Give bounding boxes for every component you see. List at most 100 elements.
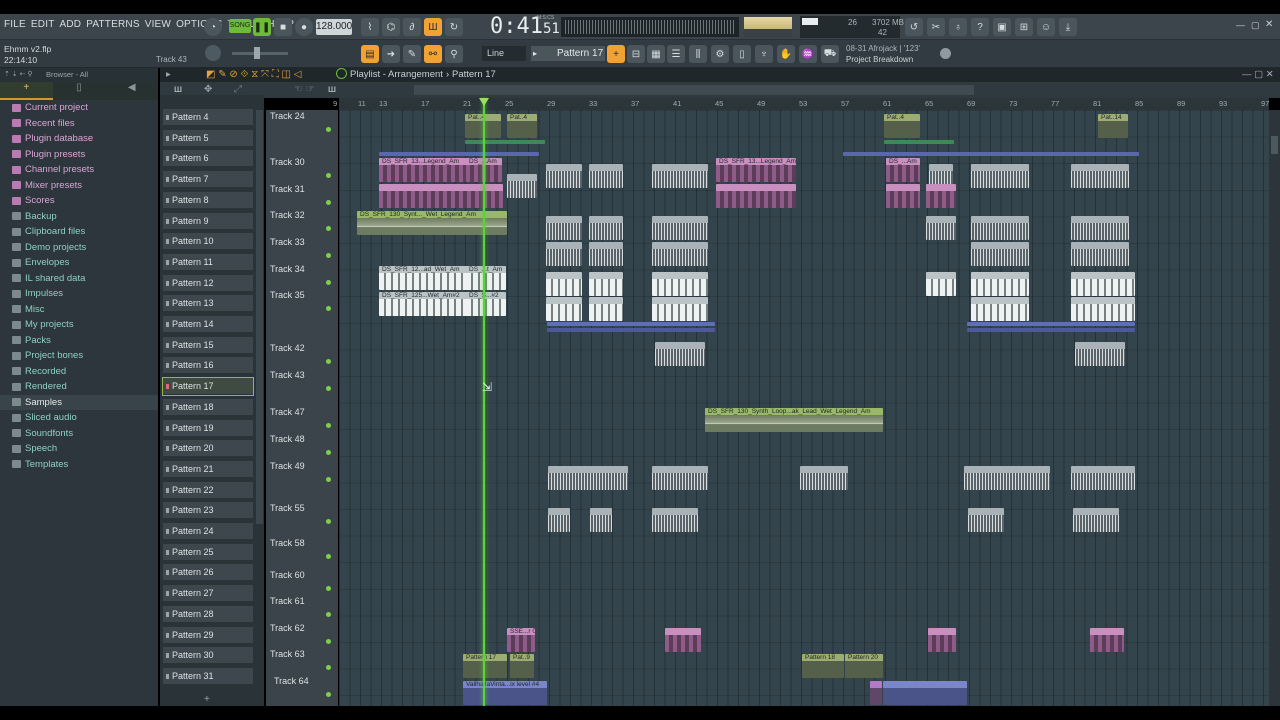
playlist-clip[interactable]: Pattern 18 bbox=[802, 654, 844, 678]
track-name[interactable]: Track 58 bbox=[270, 538, 305, 548]
playlist-clip[interactable] bbox=[652, 297, 708, 321]
menu-item-file[interactable]: FILE bbox=[4, 19, 26, 33]
track-enable-led[interactable] bbox=[326, 691, 331, 697]
arrow-icon[interactable]: ➜ bbox=[382, 45, 400, 63]
playlist-clip[interactable] bbox=[652, 164, 708, 188]
playlist-clip[interactable] bbox=[546, 164, 582, 188]
audio-editor-icon[interactable]: ♒ bbox=[799, 45, 817, 63]
playlist-clip[interactable] bbox=[928, 628, 956, 652]
pattern-item[interactable]: Pattern 25 bbox=[163, 543, 253, 561]
playlist-clip[interactable]: DS_SFR_13...Legend_Am bbox=[716, 158, 796, 182]
track-name[interactable]: Track 34 bbox=[270, 264, 305, 274]
typing-keyboard-icon[interactable]: ⌇ bbox=[361, 18, 379, 36]
track-name[interactable]: Track 35 bbox=[270, 290, 305, 300]
browser-item-impulses[interactable]: Impulses bbox=[0, 286, 158, 302]
track-name[interactable]: Track 55 bbox=[270, 503, 305, 513]
playlist-clip[interactable] bbox=[652, 508, 698, 532]
playlist-window-icon[interactable]: ☰ bbox=[667, 45, 685, 63]
pattern-item[interactable]: Pattern 30 bbox=[163, 647, 253, 665]
stamp-icon[interactable]: ⚲ bbox=[445, 45, 463, 63]
help-icon[interactable]: ? bbox=[971, 18, 989, 36]
track-enable-led[interactable] bbox=[326, 585, 331, 591]
download-icon[interactable]: ⤓ bbox=[1059, 18, 1077, 36]
playlist-clip[interactable] bbox=[665, 628, 701, 652]
browser-item-mixer-presets[interactable]: Mixer presets bbox=[0, 178, 158, 194]
browser-tab-all[interactable]: + bbox=[0, 82, 53, 100]
playlist-clip[interactable] bbox=[589, 216, 623, 240]
pattern-item[interactable]: Pattern 21 bbox=[163, 460, 253, 478]
news-subtitle[interactable]: Project Breakdown bbox=[846, 55, 913, 64]
track-name[interactable]: Track 49 bbox=[270, 461, 305, 471]
loop-record-icon[interactable]: ↻ bbox=[445, 18, 463, 36]
save-icon[interactable]: ▣ bbox=[993, 18, 1011, 36]
window-controls-icon[interactable]: — ▢ ✕ bbox=[1242, 69, 1274, 80]
track-enable-led[interactable] bbox=[326, 199, 331, 205]
playlist-clip[interactable] bbox=[886, 184, 920, 208]
browser-item-demo-projects[interactable]: Demo projects bbox=[0, 240, 158, 256]
browser-window-icon[interactable]: ▯ bbox=[733, 45, 751, 63]
playlist-clip[interactable] bbox=[652, 466, 708, 490]
browser-item-plugin-database[interactable]: Plugin database bbox=[0, 131, 158, 147]
playlist-icon[interactable]: ▤ bbox=[361, 45, 379, 63]
pattern-item[interactable]: Pattern 13 bbox=[163, 295, 253, 313]
track-name[interactable]: Track 42 bbox=[270, 343, 305, 353]
pattern-item[interactable]: Pattern 14 bbox=[163, 316, 253, 333]
playlist-clip[interactable] bbox=[655, 342, 705, 366]
track-name[interactable]: Track 47 bbox=[270, 407, 305, 417]
scroll-arrows-icon[interactable]: ☜ ☞ bbox=[294, 84, 315, 95]
piano-icon[interactable]: ш bbox=[174, 84, 182, 95]
pattern-item[interactable]: Pattern 15 bbox=[163, 336, 253, 354]
pattern-item[interactable]: Pattern 16 bbox=[163, 357, 253, 375]
browser-nav-icons[interactable]: ⇡ ⇣ ⇠ ⚲ bbox=[4, 70, 33, 78]
microphone-icon[interactable]: ♁ bbox=[949, 18, 967, 36]
pattern-scrollbar[interactable] bbox=[256, 110, 263, 524]
browser-item-templates[interactable]: Templates bbox=[0, 457, 158, 473]
blend-notes-icon[interactable]: ∂ bbox=[403, 18, 421, 36]
browser-item-scores[interactable]: Scores bbox=[0, 193, 158, 209]
pattern-item[interactable]: Pattern 27 bbox=[163, 585, 253, 603]
playlist-clip[interactable] bbox=[507, 174, 537, 198]
maximize-icon[interactable]: ▢ bbox=[1251, 20, 1260, 31]
song-mode-toggle[interactable]: SONG bbox=[229, 19, 251, 33]
plugin-picker-icon[interactable]: ♆ bbox=[755, 45, 773, 63]
playlist-clip[interactable] bbox=[926, 272, 956, 296]
browser-item-backup[interactable]: Backup bbox=[0, 209, 158, 225]
master-volume-slider[interactable] bbox=[232, 47, 288, 59]
automation-strip[interactable] bbox=[967, 328, 1135, 332]
undo-history-icon[interactable]: ↺ bbox=[905, 18, 923, 36]
browser-tab-plugins[interactable]: ◀ bbox=[105, 82, 158, 100]
playlist-clip[interactable] bbox=[652, 242, 708, 266]
playlist-clip[interactable] bbox=[589, 272, 623, 296]
pattern-item[interactable]: Pattern 26 bbox=[163, 564, 253, 582]
playlist-clip[interactable] bbox=[926, 184, 956, 208]
playlist-clip[interactable]: DS_S...#2 bbox=[466, 292, 506, 316]
pattern-item[interactable]: Pattern 22 bbox=[163, 481, 253, 499]
playlist-clip[interactable] bbox=[1090, 628, 1124, 652]
vertical-scrollbar[interactable] bbox=[1269, 110, 1280, 706]
metronome-icon[interactable]: ◔ bbox=[204, 18, 222, 36]
browser-item-current-project[interactable]: Current project bbox=[0, 100, 158, 116]
track-enable-led[interactable] bbox=[326, 279, 331, 285]
record-button[interactable]: ● bbox=[295, 18, 313, 36]
horizontal-overview-scrollbar[interactable] bbox=[414, 85, 974, 95]
playlist-clip[interactable] bbox=[1071, 242, 1129, 266]
playlist-clip[interactable] bbox=[1071, 164, 1129, 188]
track-name[interactable]: Track 31 bbox=[270, 184, 305, 194]
playlist-clip[interactable] bbox=[546, 242, 582, 266]
playlist-clip[interactable] bbox=[870, 681, 882, 705]
touch-keyboard-icon[interactable]: ✋ bbox=[777, 45, 795, 63]
track-name[interactable]: Track 43 bbox=[270, 370, 305, 380]
playlist-clip[interactable] bbox=[546, 272, 582, 296]
piano-roll-icon[interactable]: ▦ bbox=[647, 45, 665, 63]
browser-item-packs[interactable]: Packs bbox=[0, 333, 158, 349]
track-enable-led[interactable] bbox=[326, 127, 331, 132]
automation-strip[interactable] bbox=[379, 152, 539, 156]
snap-selector[interactable]: Line bbox=[482, 46, 526, 61]
browser-item-envelopes[interactable]: Envelopes bbox=[0, 255, 158, 271]
track-name[interactable]: Track 30 bbox=[270, 157, 305, 167]
pattern-item[interactable]: Pattern 9 bbox=[163, 212, 253, 230]
pattern-item[interactable]: Pattern 31 bbox=[163, 667, 253, 685]
add-pattern-icon[interactable]: + bbox=[607, 45, 625, 63]
track-enable-led[interactable] bbox=[326, 476, 331, 482]
move-icon[interactable]: ✥ bbox=[204, 84, 212, 95]
